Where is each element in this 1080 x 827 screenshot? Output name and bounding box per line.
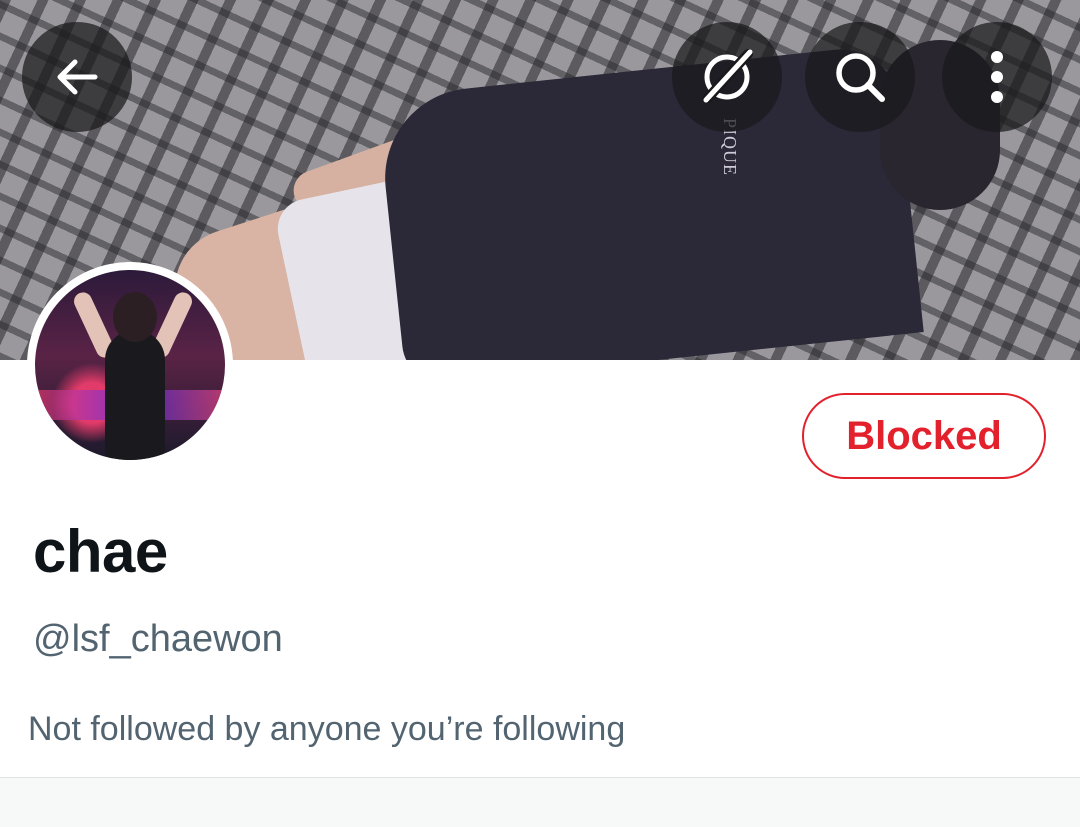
back-button[interactable]: [22, 22, 132, 132]
avatar[interactable]: [35, 270, 225, 460]
more-vertical-icon: [987, 49, 1007, 105]
search-icon: [830, 47, 890, 107]
blocked-button[interactable]: Blocked: [802, 393, 1046, 479]
avatar-border: [27, 262, 233, 468]
user-handle: @lsf_chaewon: [33, 618, 283, 660]
more-options-button[interactable]: [942, 22, 1052, 132]
avatar-person-body: [105, 330, 165, 460]
grok-button[interactable]: [672, 22, 782, 132]
content-area-background: [0, 778, 1080, 827]
avatar-person-head: [113, 292, 157, 342]
followed-by-text: Not followed by anyone you’re following: [28, 710, 626, 748]
grok-icon: [696, 46, 758, 108]
display-name: chae: [33, 518, 168, 585]
search-button[interactable]: [805, 22, 915, 132]
arrow-left-icon: [51, 51, 103, 103]
